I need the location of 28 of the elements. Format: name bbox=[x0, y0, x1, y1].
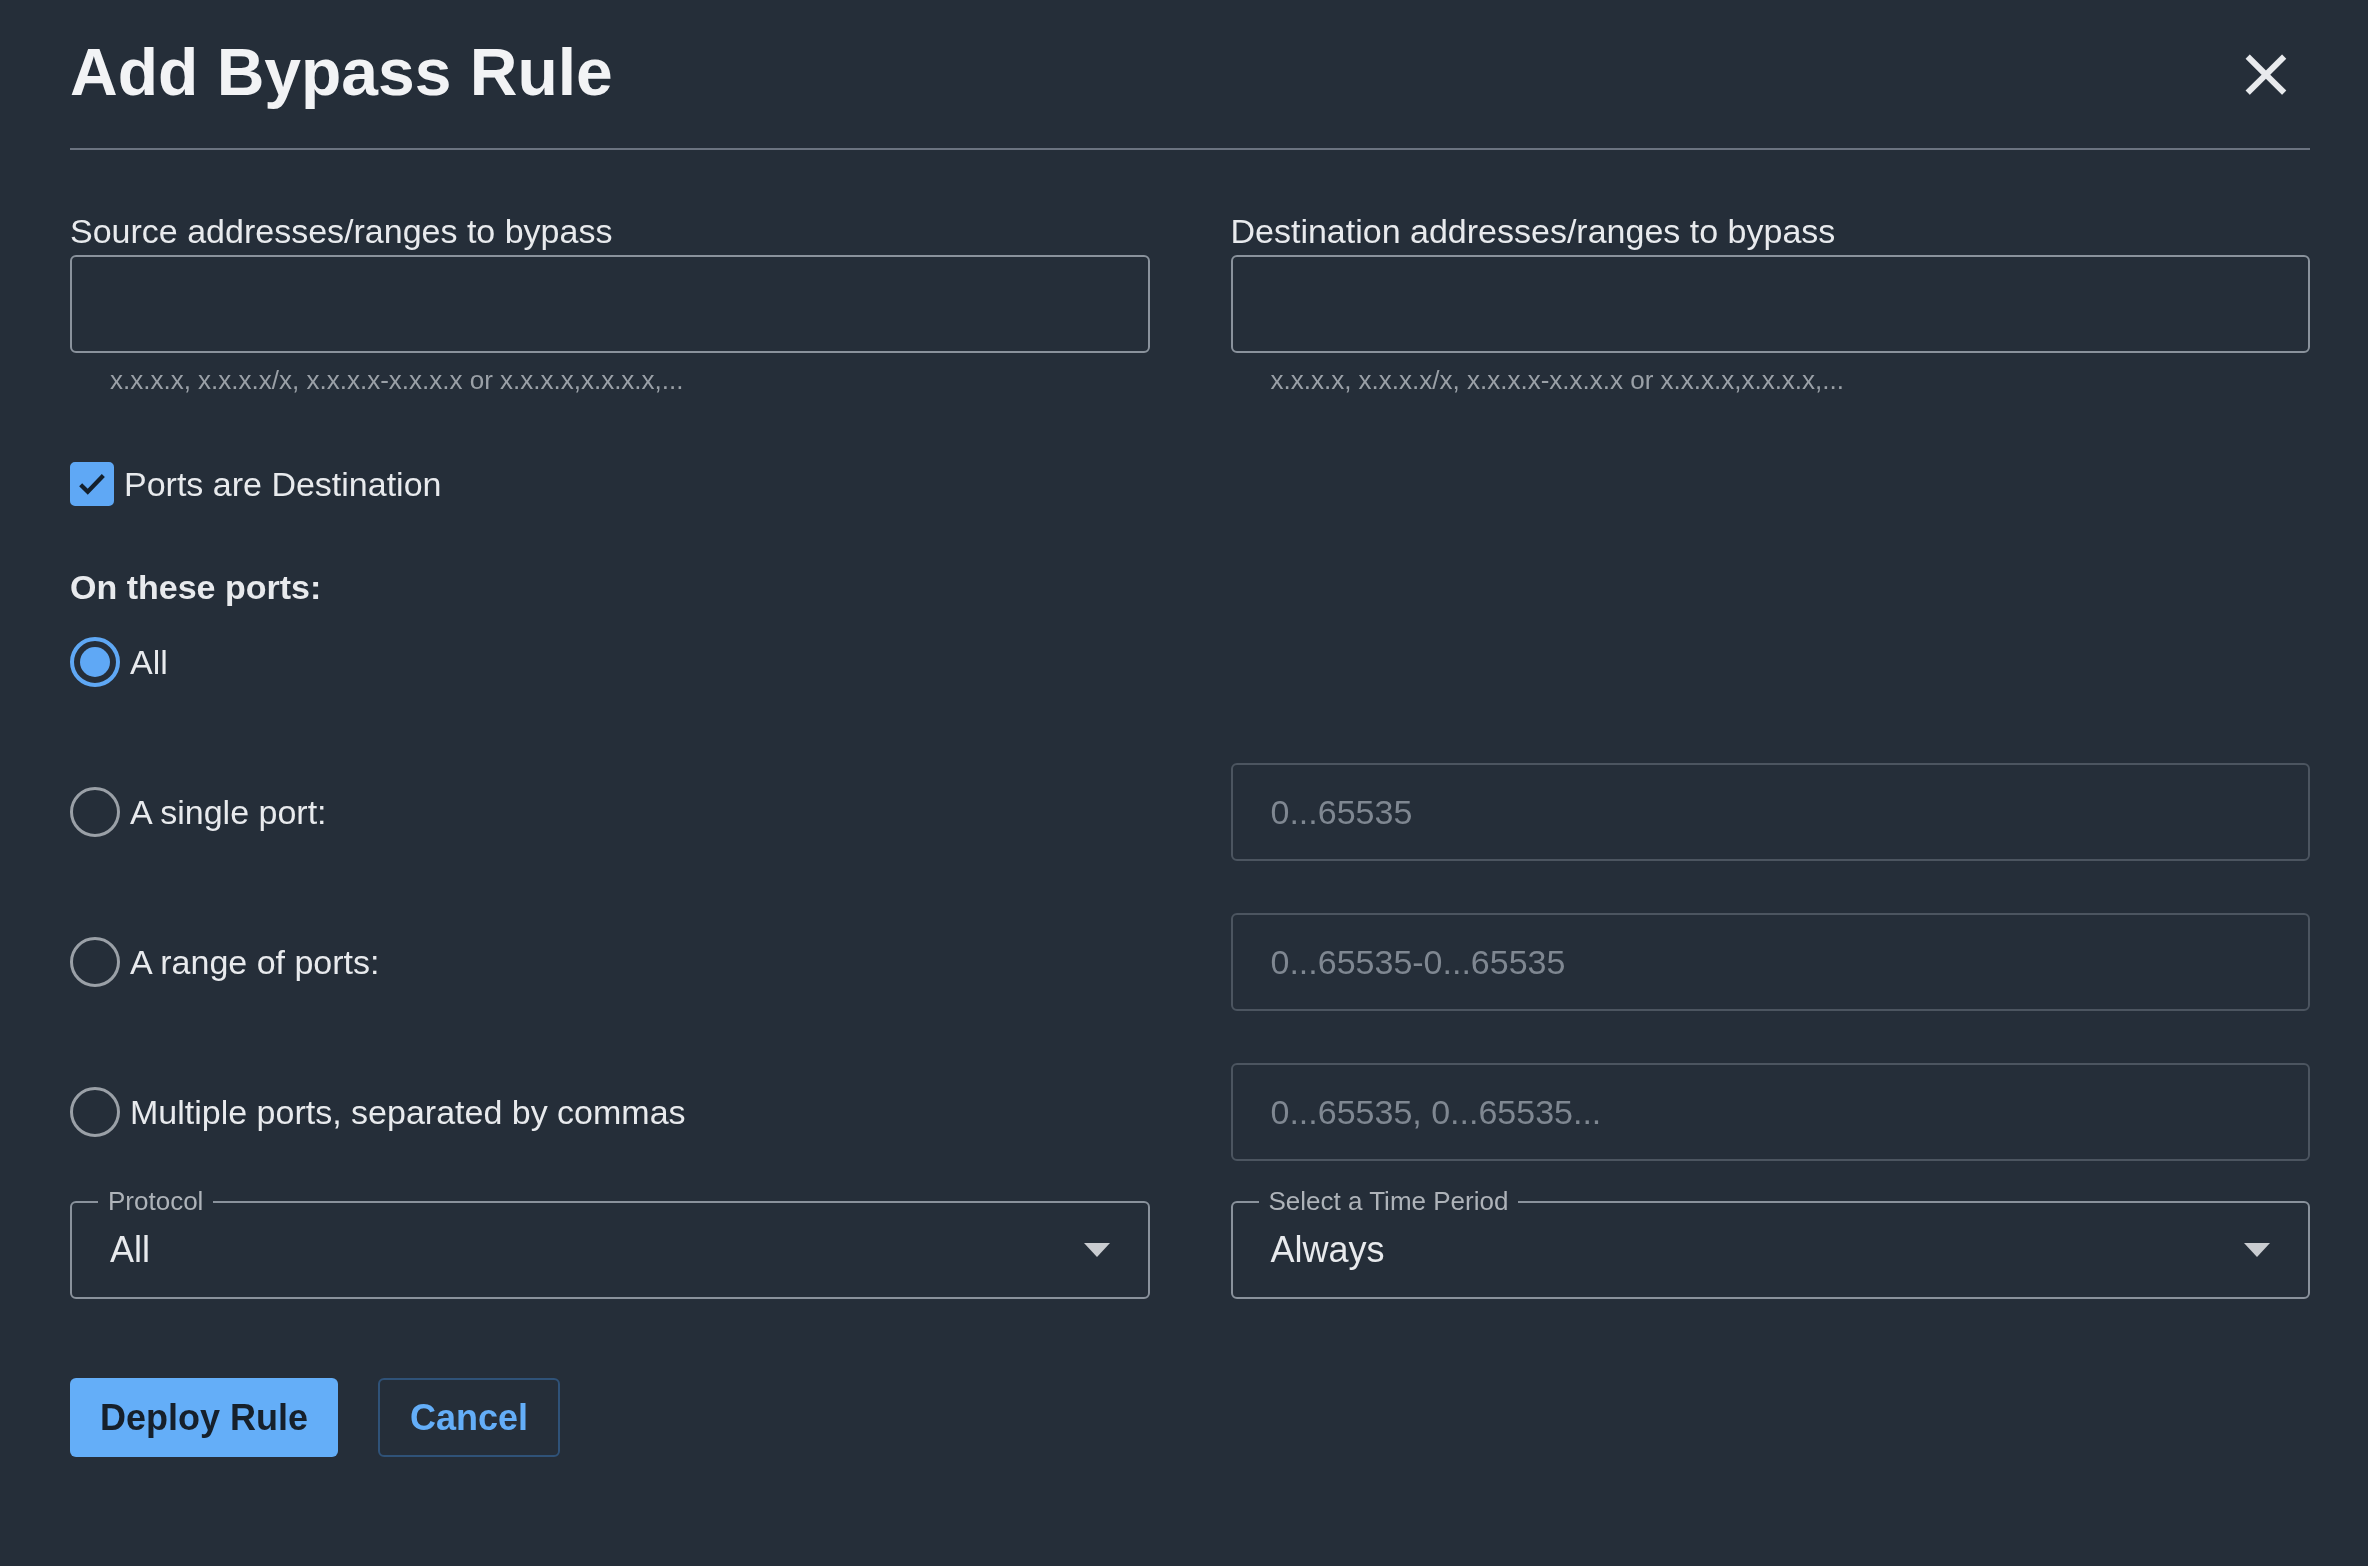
radio-label: A single port: bbox=[130, 792, 327, 832]
dialog-title: Add Bypass Rule bbox=[70, 34, 613, 110]
deploy-button[interactable]: Deploy Rule bbox=[70, 1378, 339, 1457]
radio-button[interactable] bbox=[70, 637, 120, 687]
radio-button[interactable] bbox=[70, 787, 120, 837]
checkbox-label: Ports are Destination bbox=[124, 464, 442, 504]
section-heading: On these ports: bbox=[70, 568, 323, 607]
radio-button[interactable] bbox=[70, 937, 120, 987]
dropdown-value: All bbox=[110, 1229, 150, 1271]
port-input-field[interactable]: 0...65535, 0...65535... bbox=[1230, 1063, 2310, 1161]
caret-icon bbox=[2244, 1243, 2270, 1257]
close-button[interactable]: × bbox=[2221, 36, 2310, 108]
dropdown-value: Always bbox=[1270, 1229, 1385, 1271]
address-input-field[interactable] bbox=[1230, 255, 2310, 353]
format-hint: x.x.x.x, x.x.x.x/x, x.x.x.x-x.x.x.x or x.x.x.x,x.x.x.x,... bbox=[1270, 365, 1844, 396]
radio-label: Multiple ports, separated by commas bbox=[130, 1092, 686, 1132]
address-input-field[interactable] bbox=[70, 255, 1150, 353]
port-input-field[interactable]: 0...65535 bbox=[1230, 763, 2310, 861]
caret-icon bbox=[1083, 1243, 1110, 1257]
cancel-button[interactable]: Cancel bbox=[378, 1378, 561, 1457]
radio-label: A range of ports: bbox=[130, 942, 380, 982]
radio-label: All bbox=[130, 642, 168, 682]
field-label: Destination addresses/ranges to bypass bbox=[1230, 212, 1837, 251]
radio-button[interactable] bbox=[70, 1087, 120, 1137]
format-hint: x.x.x.x, x.x.x.x/x, x.x.x.x-x.x.x.x or x.x.x.x,x.x.x.x,... bbox=[110, 365, 684, 396]
port-input-field[interactable]: 0...65535-0...65535 bbox=[1230, 913, 2310, 1011]
field-label: Source addresses/ranges to bypass bbox=[70, 212, 614, 251]
checkbox[interactable] bbox=[70, 462, 114, 506]
